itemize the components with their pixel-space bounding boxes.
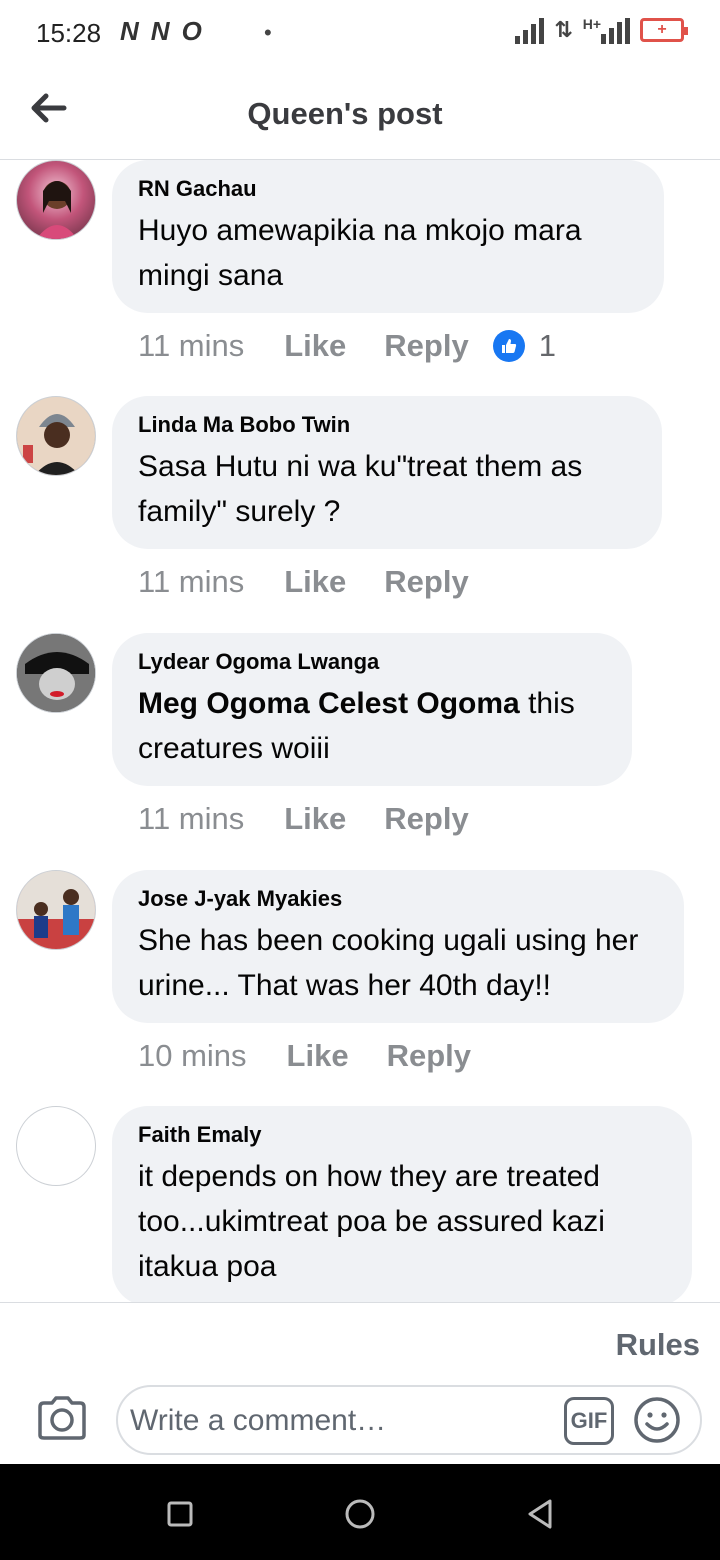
comment-time[interactable]: 11 mins bbox=[138, 328, 244, 364]
comment-bubble[interactable]: Linda Ma Bobo Twin Sasa Hutu ni wa ku"tr… bbox=[112, 396, 662, 549]
battery-icon: + bbox=[640, 18, 688, 42]
comment-text: Meg Ogoma Celest Ogoma this creatures wo… bbox=[138, 681, 606, 771]
notification-icon: O bbox=[181, 16, 202, 46]
comment-author[interactable]: Linda Ma Bobo Twin bbox=[138, 412, 636, 438]
comment-bubble[interactable]: Faith Emaly it depends on how they are t… bbox=[112, 1106, 692, 1302]
comment-actions: 11 mins Like Reply 1 bbox=[138, 328, 556, 364]
notification-icon: N bbox=[120, 16, 139, 46]
system-status-icons: ⇅ H+ + bbox=[515, 16, 688, 44]
avatar[interactable] bbox=[16, 633, 96, 713]
avatar[interactable] bbox=[16, 1106, 96, 1186]
comments-list[interactable]: RN Gachau Huyo amewapikia na mkojo mara … bbox=[0, 160, 720, 1302]
mention-link[interactable]: Meg Ogoma Celest Ogoma bbox=[138, 687, 520, 720]
comment-bubble[interactable]: Jose J-yak Myakies She has been cooking … bbox=[112, 870, 684, 1023]
back-nav-icon[interactable] bbox=[520, 1494, 560, 1534]
comment-actions: 11 mins Like Reply bbox=[138, 801, 507, 837]
comment-time[interactable]: 10 mins bbox=[138, 1038, 247, 1074]
page-title: Queen's post bbox=[247, 96, 443, 131]
reply-button[interactable]: Reply bbox=[384, 801, 468, 837]
comment-author[interactable]: Lydear Ogoma Lwanga bbox=[138, 649, 606, 675]
comment-author[interactable]: Faith Emaly bbox=[138, 1122, 666, 1148]
home-icon[interactable] bbox=[340, 1494, 380, 1534]
system-nav-bar bbox=[0, 1464, 720, 1560]
data-transfer-icon: ⇅ bbox=[554, 17, 573, 42]
rules-link[interactable]: Rules bbox=[616, 1327, 700, 1363]
notification-icon: N bbox=[150, 16, 170, 46]
comment-composer: Rules GIF bbox=[0, 1302, 720, 1464]
signal-icon: H+ bbox=[583, 16, 630, 44]
comment-bubble[interactable]: Lydear Ogoma Lwanga Meg Ogoma Celest Ogo… bbox=[112, 633, 632, 786]
status-bar: 15:28 N N O • ⇅ H+ + bbox=[0, 0, 720, 66]
thumbs-up-icon[interactable] bbox=[492, 330, 525, 362]
comment-text: Huyo amewapikia na mkojo mara mingi sana bbox=[138, 214, 582, 292]
like-button[interactable]: Like bbox=[287, 1038, 349, 1074]
comment-author[interactable]: Jose J-yak Myakies bbox=[138, 886, 658, 912]
comment-text: She has been cooking ugali using her uri… bbox=[138, 924, 639, 1002]
emoji-icon[interactable] bbox=[632, 1395, 682, 1445]
reply-button[interactable]: Reply bbox=[384, 328, 468, 364]
signal-icon bbox=[515, 16, 545, 44]
more-notifications-dot-icon: • bbox=[264, 20, 272, 45]
recent-apps-icon[interactable] bbox=[160, 1494, 200, 1534]
camera-icon[interactable] bbox=[36, 1395, 88, 1441]
reaction-count[interactable]: 1 bbox=[539, 328, 556, 364]
comment-author[interactable]: RN Gachau bbox=[138, 176, 638, 202]
comment-time[interactable]: 11 mins bbox=[138, 801, 244, 837]
gif-icon[interactable]: GIF bbox=[564, 1397, 614, 1445]
comment-text: it depends on how they are treated too..… bbox=[138, 1160, 605, 1283]
reply-button[interactable]: Reply bbox=[387, 1038, 471, 1074]
comment-text: Sasa Hutu ni wa ku"treat them as family"… bbox=[138, 450, 583, 528]
avatar[interactable] bbox=[16, 160, 96, 240]
comment-actions: 10 mins Like Reply bbox=[138, 1038, 509, 1074]
like-button[interactable]: Like bbox=[284, 328, 346, 364]
comment-bubble[interactable]: RN Gachau Huyo amewapikia na mkojo mara … bbox=[112, 160, 664, 313]
post-header: Queen's post bbox=[0, 66, 720, 160]
status-time: 15:28 bbox=[36, 18, 102, 48]
comment-time[interactable]: 11 mins bbox=[138, 564, 244, 600]
comment-actions: 11 mins Like Reply bbox=[138, 564, 507, 600]
avatar[interactable] bbox=[16, 396, 96, 476]
like-button[interactable]: Like bbox=[284, 801, 346, 837]
comment-input[interactable] bbox=[130, 1397, 550, 1445]
network-type-label: H+ bbox=[582, 16, 601, 32]
notification-icons: N N O bbox=[120, 16, 202, 47]
like-button[interactable]: Like bbox=[284, 564, 346, 600]
comment-input-box[interactable]: GIF bbox=[116, 1385, 702, 1455]
reply-button[interactable]: Reply bbox=[384, 564, 468, 600]
avatar[interactable] bbox=[16, 870, 96, 950]
